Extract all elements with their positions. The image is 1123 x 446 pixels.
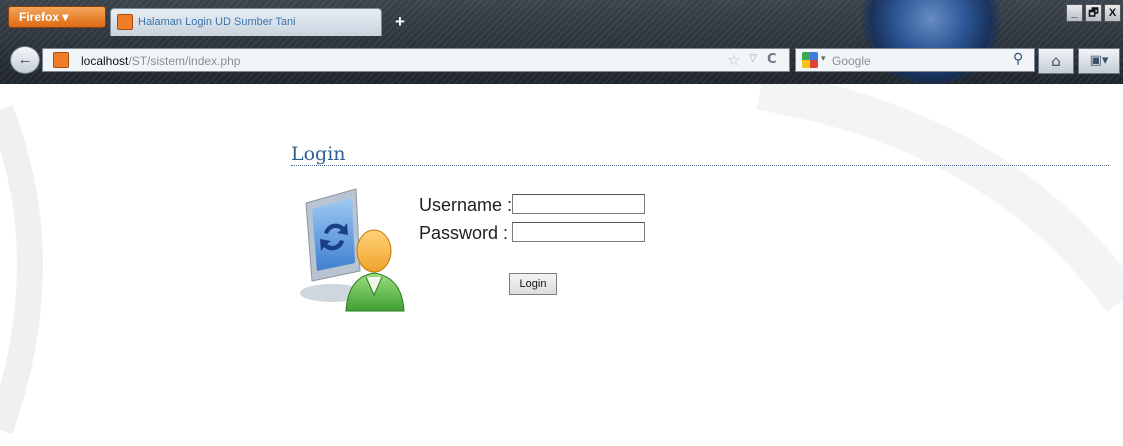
username-field[interactable] — [512, 194, 645, 214]
xampp-favicon-icon — [117, 14, 133, 30]
magnifier-icon[interactable]: ⚲ — [1013, 51, 1023, 67]
history-dropdown-icon[interactable]: ▽ — [749, 53, 757, 64]
search-bar[interactable]: ▾ Google ⚲ — [795, 48, 1035, 72]
browser-tab[interactable]: Halaman Login UD Sumber Tani — [110, 8, 382, 36]
window-controls: _ 🗗 X — [1064, 4, 1121, 24]
google-icon[interactable] — [802, 52, 818, 68]
new-tab-button[interactable]: + — [390, 12, 410, 32]
user-computer-sync-icon — [300, 188, 405, 312]
address-bar[interactable]: localhost/ST/sistem/index.php ☆ ▽ C — [42, 48, 790, 72]
minimize-button[interactable]: _ — [1066, 4, 1083, 22]
home-icon[interactable]: ⌂ — [1038, 48, 1074, 74]
restore-button[interactable]: 🗗 — [1085, 4, 1102, 22]
heading-divider — [291, 165, 1109, 166]
url-path: /ST/sistem/index.php — [128, 54, 241, 68]
page-title: Login — [291, 143, 346, 165]
url-host: localhost — [81, 54, 129, 68]
tab-title: Halaman Login UD Sumber Tani — [138, 16, 296, 28]
star-icon[interactable]: ☆ — [727, 51, 740, 69]
navigation-toolbar: ← localhost/ST/sistem/index.php ☆ ▽ C ▾ … — [0, 36, 1123, 82]
username-label: Username : — [419, 195, 513, 215]
close-button[interactable]: X — [1104, 4, 1121, 22]
xampp-favicon-icon — [53, 52, 69, 68]
password-field[interactable] — [512, 222, 645, 242]
password-label: Password : — [419, 223, 509, 243]
search-engine-dropdown-icon[interactable]: ▾ — [821, 54, 826, 64]
browser-chrome: Firefox ▾ Halaman Login UD Sumber Tani +… — [0, 0, 1123, 84]
search-placeholder: Google — [832, 54, 871, 68]
back-arrow-icon[interactable]: ← — [10, 46, 40, 74]
login-button[interactable]: Login — [509, 273, 557, 295]
url-text: localhost/ST/sistem/index.php — [81, 54, 240, 68]
reload-icon[interactable]: C — [767, 52, 777, 67]
bookmarks-icon[interactable]: ▣▾ — [1078, 48, 1120, 74]
firefox-menu-button[interactable]: Firefox ▾ — [8, 6, 106, 28]
